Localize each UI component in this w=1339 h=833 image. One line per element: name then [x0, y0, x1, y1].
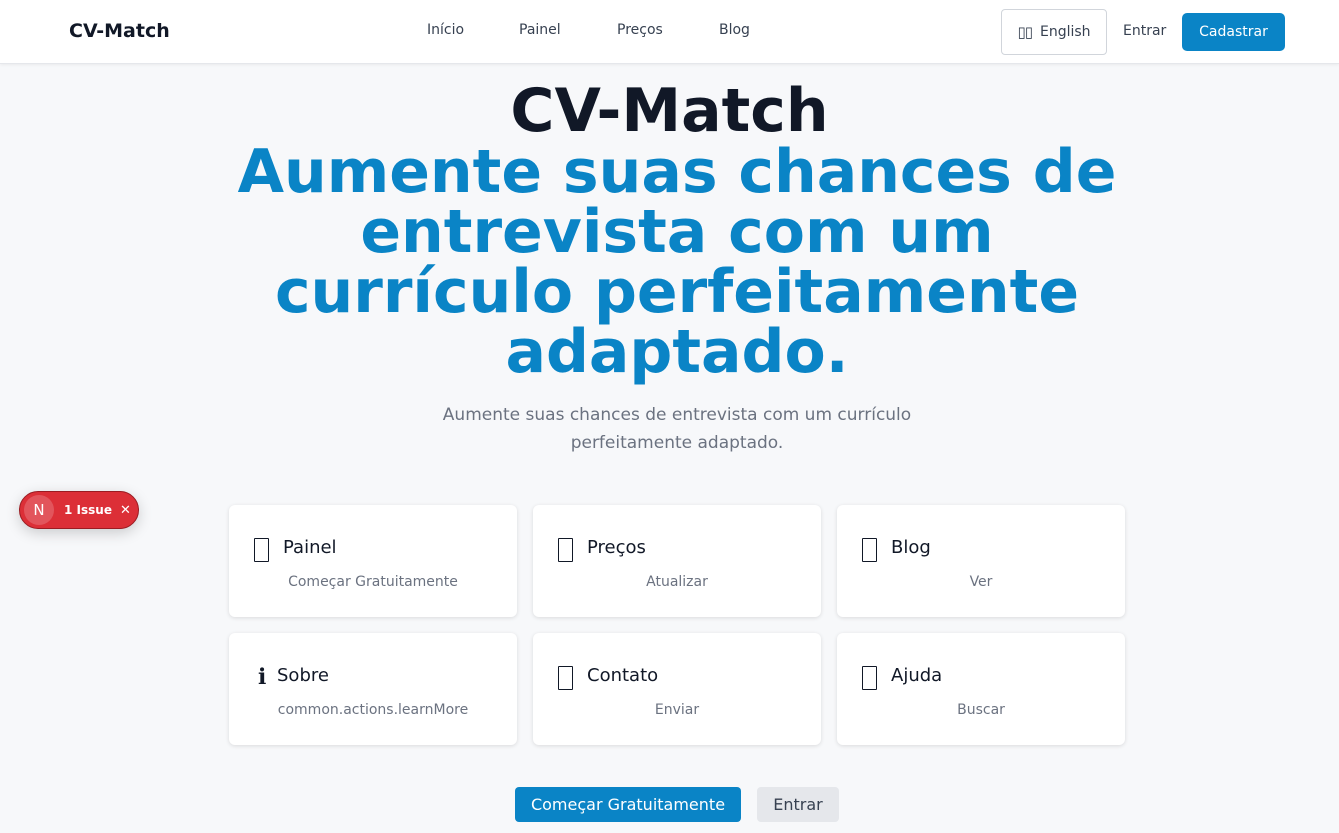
nextjs-logo-icon: N [24, 495, 54, 525]
close-icon[interactable]: ✕ [120, 503, 131, 518]
language-switcher-button[interactable]: ▯▯ English [1001, 9, 1107, 55]
signup-button[interactable]: Cadastrar [1182, 13, 1285, 51]
card-sobre[interactable]: ℹ Sobre common.actions.learnMore [229, 633, 517, 745]
card-contato[interactable]: Contato Enviar [533, 633, 821, 745]
login-link[interactable]: Entrar [1123, 23, 1166, 39]
card-action[interactable]: Ver [837, 574, 1125, 590]
nav-link-inicio[interactable]: Início [427, 22, 464, 38]
hero-subtitle: Aumente suas chances de entrevista com u… [442, 405, 912, 453]
card-action[interactable]: common.actions.learnMore [229, 702, 517, 718]
info-icon: ℹ [257, 664, 267, 690]
box-glyph-icon [862, 666, 877, 690]
box-glyph-icon [558, 666, 573, 690]
card-action[interactable]: Atualizar [533, 574, 821, 590]
card-title: Painel [283, 537, 337, 558]
box-glyph-icon [254, 538, 269, 562]
card-title: Blog [891, 537, 931, 558]
card-action[interactable]: Enviar [533, 702, 821, 718]
card-precos[interactable]: Preços Atualizar [533, 505, 821, 617]
card-painel[interactable]: Painel Começar Gratuitamente [229, 505, 517, 617]
box-glyph-icon [558, 538, 573, 562]
nav-link-painel[interactable]: Painel [519, 22, 561, 38]
card-ajuda[interactable]: Ajuda Buscar [837, 633, 1125, 745]
card-blog[interactable]: Blog Ver [837, 505, 1125, 617]
box-glyph-icon [862, 538, 877, 562]
top-navbar: CV-Match Início Painel Preços Blog ▯▯ En… [0, 0, 1339, 64]
card-action[interactable]: Buscar [837, 702, 1125, 718]
card-title: Contato [587, 665, 659, 686]
language-label: English [1039, 24, 1091, 40]
page-title: CV-Match [510, 76, 829, 146]
card-action[interactable]: Começar Gratuitamente [229, 574, 517, 590]
nav-link-precos[interactable]: Preços [617, 22, 663, 38]
issue-count[interactable]: 1 Issue [64, 503, 112, 517]
hero-tagline: Aumente suas chances de entrevista com u… [237, 137, 1117, 387]
card-title: Ajuda [891, 665, 943, 686]
get-started-button[interactable]: Começar Gratuitamente [515, 787, 741, 822]
login-button[interactable]: Entrar [757, 787, 839, 822]
card-title: Sobre [277, 665, 329, 686]
dev-issues-badge[interactable]: N 1 Issue ✕ [19, 491, 139, 529]
nav-link-blog[interactable]: Blog [719, 22, 750, 38]
book-icon: ▯▯ [1017, 23, 1032, 41]
card-title: Preços [587, 537, 646, 558]
